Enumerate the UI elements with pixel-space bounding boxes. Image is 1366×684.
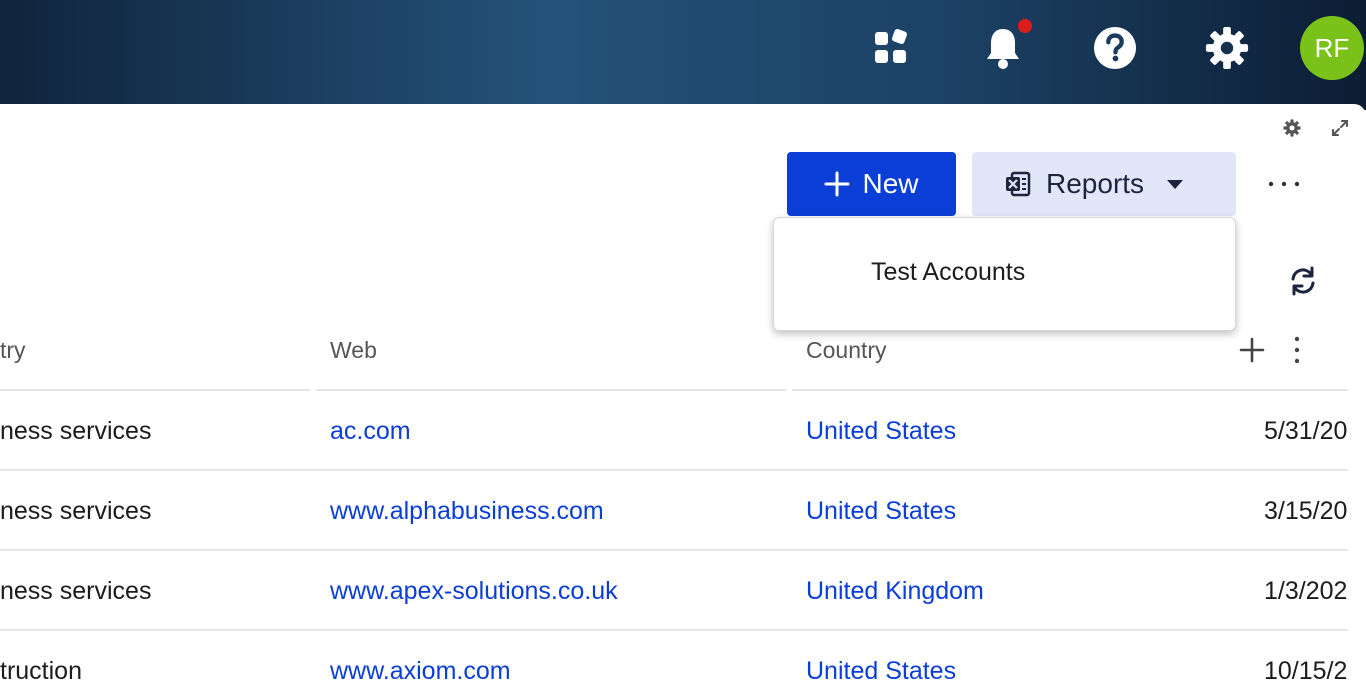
table-cell-web-link[interactable]: ac.com (330, 417, 411, 446)
row-divider (0, 469, 1348, 471)
table-cell-country-link[interactable]: United States (806, 657, 956, 684)
row-divider (0, 629, 1348, 631)
header-divider (316, 389, 786, 391)
add-column-button[interactable] (1238, 336, 1266, 364)
table-cell-industry: ness services (0, 417, 152, 445)
reports-dropdown-menu: Test Accounts (773, 217, 1236, 331)
table-cell-date: 1/3/202 (1264, 577, 1348, 605)
table-cell-web-link[interactable]: www.apex-solutions.co.uk (330, 577, 618, 606)
column-header-industry[interactable]: try (0, 337, 26, 364)
column-header-web[interactable]: Web (330, 337, 377, 364)
table-cell-date: 10/15/2 (1264, 657, 1348, 684)
table-cell-country-link[interactable]: United Kingdom (806, 577, 984, 606)
header-divider (0, 389, 310, 391)
table-cell-country-link[interactable]: United States (806, 497, 956, 526)
column-header-country[interactable]: Country (806, 337, 887, 364)
column-options-button[interactable] (1287, 334, 1307, 366)
table-cell-industry: ness services (0, 577, 152, 605)
table-cell-date: 5/31/20 (1264, 417, 1348, 445)
row-divider (0, 549, 1348, 551)
table-cell-country-link[interactable]: United States (806, 417, 956, 446)
table-cell-industry: truction (0, 657, 82, 684)
plus-icon (1239, 337, 1265, 363)
table-cell-web-link[interactable]: www.alphabusiness.com (330, 497, 604, 526)
header-divider (792, 389, 1348, 391)
table-cell-industry: ness services (0, 497, 152, 525)
table-cell-date: 3/15/20 (1264, 497, 1348, 525)
table-cell-web-link[interactable]: www.axiom.com (330, 657, 511, 684)
more-vertical-icon (1294, 336, 1300, 364)
menu-item-test-accounts[interactable]: Test Accounts (871, 258, 1025, 287)
accounts-table: try Web Country ness services ac.com Uni… (0, 0, 1348, 684)
